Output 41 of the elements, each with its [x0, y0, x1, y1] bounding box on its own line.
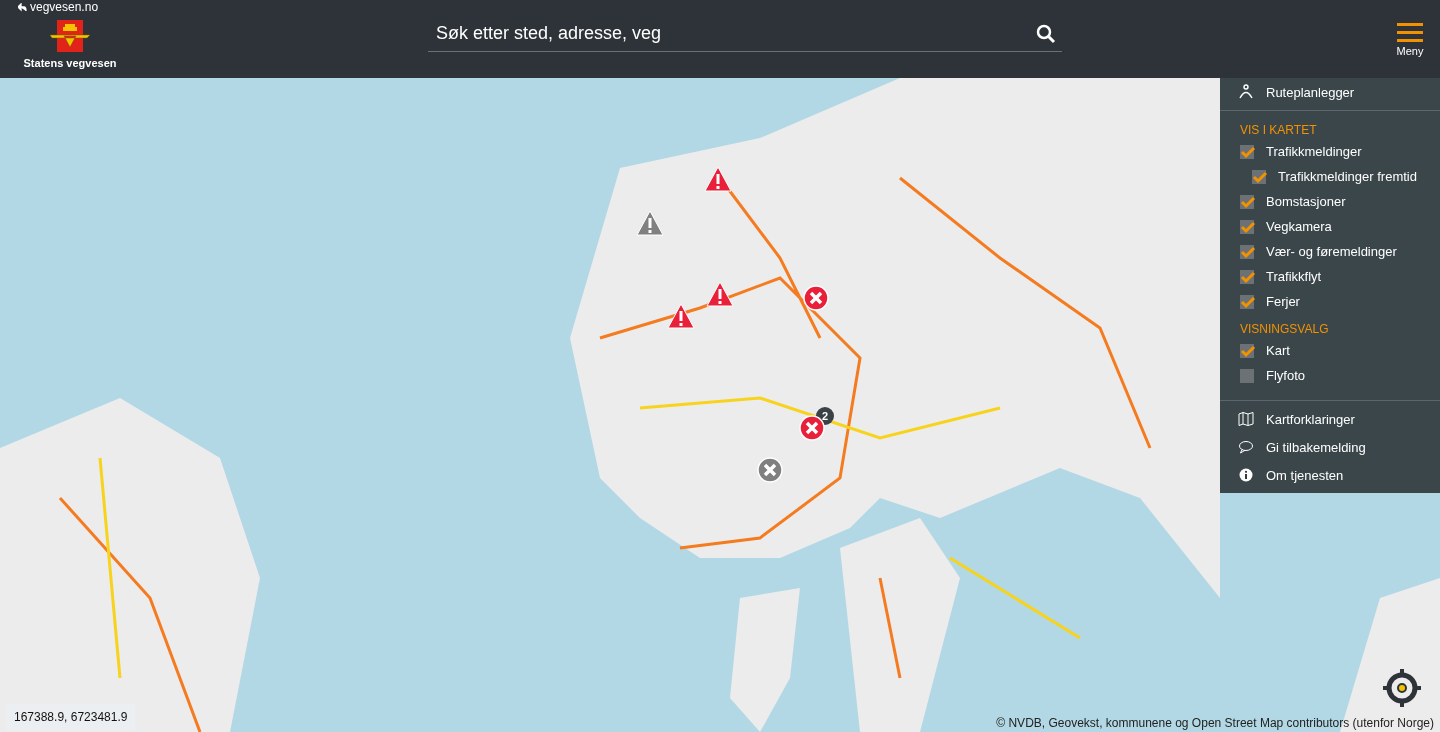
- checkbox-label[interactable]: Kart: [1266, 343, 1290, 358]
- checkbox-label[interactable]: Trafikkmeldinger: [1266, 144, 1362, 159]
- checkbox[interactable]: [1240, 368, 1254, 383]
- back-link[interactable]: vegvesen.no: [18, 0, 99, 14]
- menu-link[interactable]: Kartforklaringer: [1220, 405, 1440, 433]
- search-input[interactable]: Søk etter sted, adresse, veg: [434, 22, 1036, 45]
- checkbox[interactable]: [1240, 194, 1254, 209]
- map-attribution: © NVDB, Geovekst, kommunene og Open Street Map contributors (utenfor Norge): [996, 716, 1434, 730]
- locate-icon[interactable]: [1382, 668, 1422, 708]
- coordinates-readout: 167388.9, 6723481.9: [6, 704, 136, 730]
- checkbox-label[interactable]: Vegkamera: [1266, 219, 1332, 234]
- checkbox-label[interactable]: Ferjer: [1266, 294, 1300, 309]
- search-icon[interactable]: [1036, 23, 1056, 44]
- menu-button[interactable]: Meny: [1350, 0, 1440, 78]
- logo-icon: [49, 20, 91, 52]
- speech-bubble-icon: [1238, 439, 1254, 455]
- menu-link[interactable]: Gi tilbakemelding: [1220, 433, 1440, 461]
- section-heading: VIS I KARTET: [1239, 122, 1318, 139]
- checkbox[interactable]: [1240, 269, 1254, 284]
- search-field[interactable]: Søk etter sted, adresse, veg: [428, 16, 1062, 52]
- menu-link[interactable]: Om tjenesten: [1220, 461, 1440, 489]
- map-icon: [1238, 411, 1254, 427]
- checkbox[interactable]: [1240, 294, 1254, 309]
- route-planner-link[interactable]: Ruteplanlegger: [1220, 78, 1440, 106]
- map-drawing[interactable]: [0, 78, 1440, 732]
- menu-icon[interactable]: [1397, 21, 1423, 42]
- checkbox-label[interactable]: Bomstasjoner: [1266, 194, 1346, 209]
- section-heading: VISNINGSVALG: [1239, 321, 1330, 338]
- checkbox[interactable]: [1240, 144, 1254, 159]
- logo-text: Statens vegvesen: [23, 57, 117, 69]
- checkbox-label[interactable]: Trafikkflyt: [1266, 269, 1322, 284]
- checkbox[interactable]: [1240, 219, 1254, 234]
- checkbox-label[interactable]: Flyfoto: [1266, 368, 1305, 383]
- checkbox[interactable]: [1240, 343, 1254, 358]
- checkbox-label[interactable]: Trafikkmeldinger fremtid: [1278, 169, 1417, 184]
- checkbox[interactable]: [1240, 244, 1254, 259]
- checkbox-label[interactable]: Vær- og føremeldinger: [1266, 244, 1397, 259]
- person-icon: [1238, 84, 1254, 100]
- back-arrow-icon: [18, 2, 27, 12]
- info-icon: [1238, 467, 1254, 483]
- checkbox[interactable]: [1252, 169, 1266, 184]
